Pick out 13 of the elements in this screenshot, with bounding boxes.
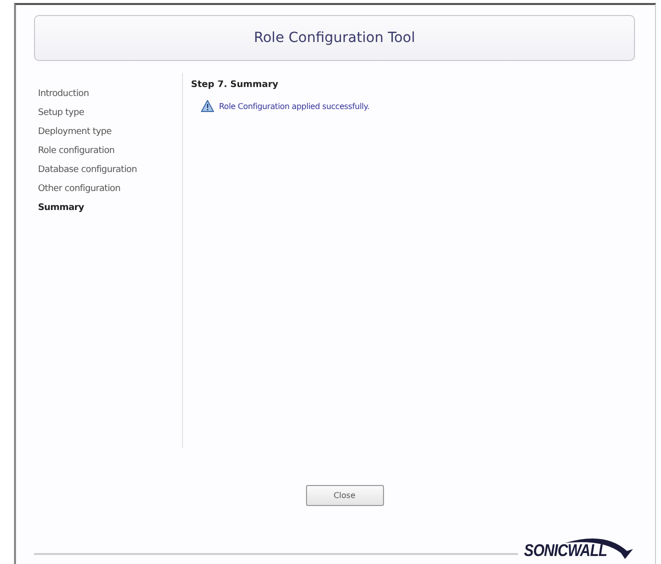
warning-icon — [201, 100, 214, 112]
step-item: Other configuration — [38, 184, 120, 194]
step-item: Summary — [38, 203, 84, 213]
step-item: Database configuration — [38, 165, 137, 175]
step-item: Role configuration — [38, 146, 115, 156]
window-title: Role Configuration Tool — [34, 15, 635, 61]
step-heading: Step 7. Summary — [191, 80, 280, 90]
step-item: Deployment type — [38, 127, 112, 137]
brand-logo: SONICWALL — [524, 541, 606, 561]
status-message: Role Configuration applied successfully. — [219, 102, 370, 110]
close-button[interactable]: Close — [306, 485, 384, 506]
step-item: Introduction — [38, 89, 89, 99]
step-item: Setup type — [38, 108, 84, 118]
